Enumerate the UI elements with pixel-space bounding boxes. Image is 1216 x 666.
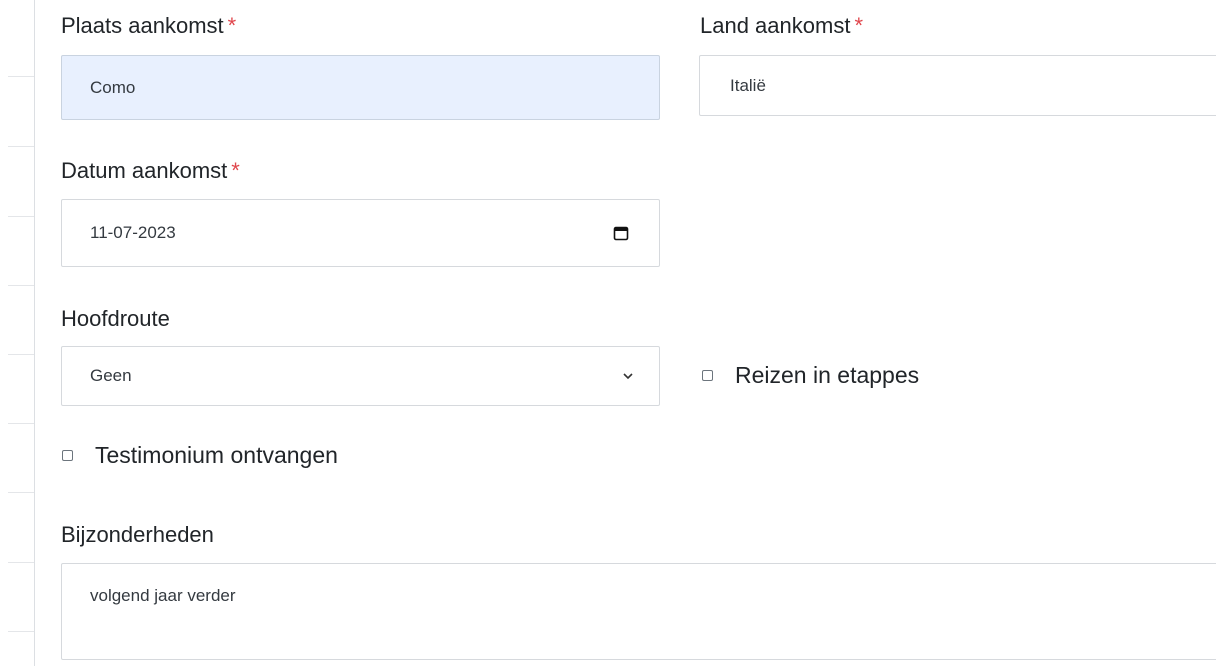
main-route-selected: Geen	[90, 366, 132, 385]
form-page: Plaats aankomst * Como Land aankomst * Ita…	[0, 0, 1216, 666]
required-marker: *	[854, 13, 863, 38]
arrival-date-input[interactable]: 11-07-2023	[61, 199, 660, 267]
stages-checkbox[interactable]	[702, 370, 713, 381]
details-label: Bijzonderheden	[61, 522, 214, 547]
sidebar-divider	[8, 562, 34, 563]
sidebar-divider	[8, 423, 34, 424]
arrival-country-label-text: Land aankomst	[700, 13, 851, 38]
testimonial-checkbox[interactable]	[62, 450, 73, 461]
arrival-date-label-text: Datum aankomst	[61, 158, 228, 183]
required-marker: *	[227, 13, 237, 38]
stages-checkbox-row[interactable]: Reizen in etappes	[702, 362, 919, 389]
main-route-label: Hoofdroute	[61, 306, 170, 331]
arrival-country-label: Land aankomst *	[700, 13, 863, 39]
arrival-place-input[interactable]: Como	[61, 55, 660, 120]
details-textarea[interactable]: volgend jaar verder	[61, 563, 1216, 660]
sidebar-divider	[8, 631, 34, 632]
arrival-date-label: Datum aankomst *	[61, 158, 240, 184]
arrival-place-label-text: Plaats aankomst	[61, 13, 224, 38]
testimonial-checkbox-row[interactable]: Testimonium ontvangen	[62, 442, 338, 469]
sidebar-divider	[8, 354, 34, 355]
testimonial-checkbox-label: Testimonium ontvangen	[95, 442, 338, 468]
sidebar-divider	[8, 146, 34, 147]
arrival-place-label: Plaats aankomst *	[61, 13, 236, 39]
sidebar-divider	[8, 285, 34, 286]
sidebar	[0, 0, 35, 666]
calendar-icon[interactable]	[613, 225, 629, 241]
arrival-country-input[interactable]: Italië	[699, 55, 1216, 116]
sidebar-divider	[8, 216, 34, 217]
arrival-place-value: Como	[90, 77, 136, 97]
chevron-down-icon	[623, 373, 633, 380]
stages-checkbox-label: Reizen in etappes	[735, 362, 920, 388]
main-route-select[interactable]: Geen	[61, 346, 660, 406]
sidebar-divider	[8, 76, 34, 77]
sidebar-divider	[8, 492, 34, 493]
arrival-country-value: Italië	[730, 75, 766, 95]
required-marker: *	[231, 158, 240, 183]
arrival-date-value: 11-07-2023	[90, 223, 176, 242]
details-value: volgend jaar verder	[90, 586, 236, 605]
